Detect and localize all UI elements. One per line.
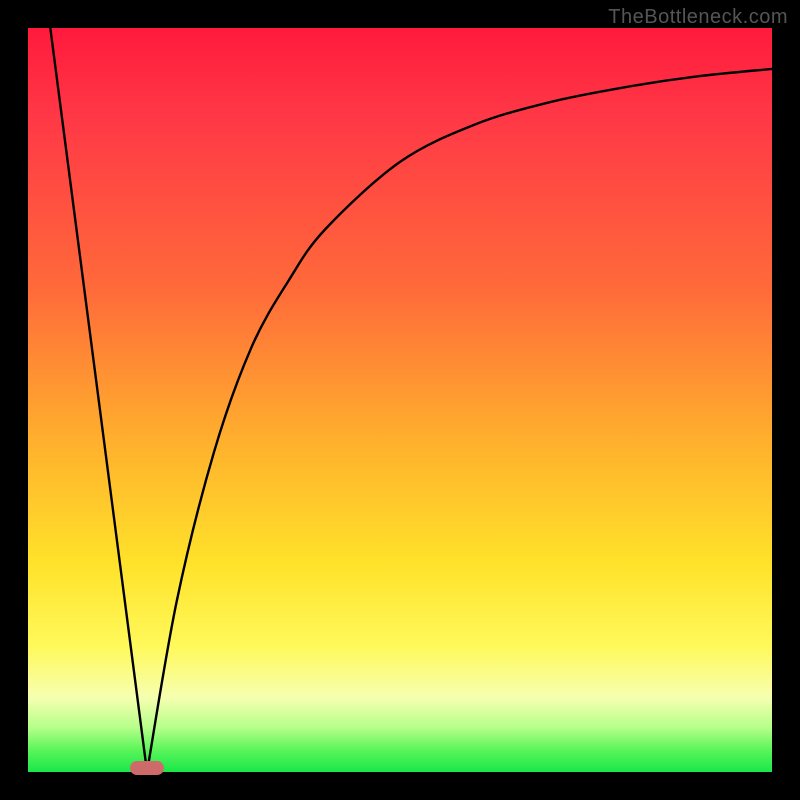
chart-frame: TheBottleneck.com <box>0 0 800 800</box>
plot-area <box>28 28 772 772</box>
optimal-point-marker <box>130 761 164 775</box>
series-left-slope <box>50 28 147 772</box>
watermark-text: TheBottleneck.com <box>608 6 788 29</box>
series-right-curve <box>147 69 772 772</box>
chart-lines <box>28 28 772 772</box>
